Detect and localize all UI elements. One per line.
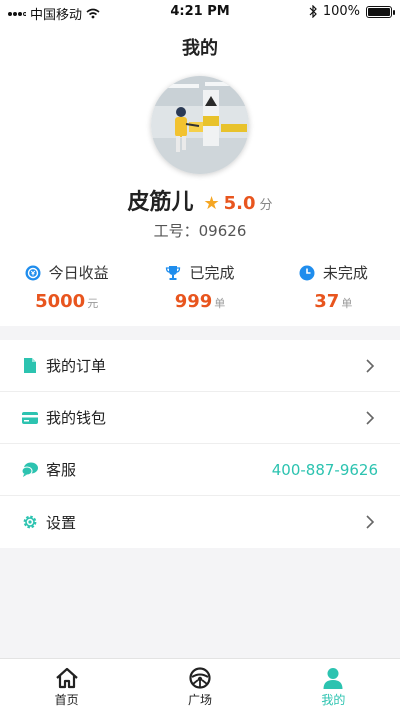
menu-item-customer-service[interactable]: 客服 400-887-9626 [0,444,400,496]
menu-item-label: 我的钱包 [46,409,107,427]
stat-unit: 元 [87,297,99,310]
stat-value: 999 [174,291,213,312]
document-icon [22,358,38,374]
stat-pending[interactable]: 未完成 37 单 [267,262,400,312]
menu-item-orders[interactable]: 我的订单 [0,340,400,392]
rating-unit: 分 [259,198,273,213]
menu-item-label: 客服 [46,461,77,479]
gear-icon [22,514,38,530]
worker-id: 工号：09626 [153,222,247,240]
card-icon [22,410,38,426]
chevron-right-icon [366,515,375,529]
tab-label: 我的 [321,693,346,707]
stat-today-earnings[interactable]: 今日收益 5000 元 [0,262,133,312]
page-title: 我的 [182,38,218,59]
stat-label: 已完成 [189,264,235,282]
status-right: 100% [309,4,395,19]
stat-label: 未完成 [322,264,368,282]
rating: ★ 5.0 分 [203,193,272,214]
tab-label: 首页 [54,693,79,707]
stat-unit: 单 [341,297,353,310]
status-bar: 中国移动 4:21 PM 100% [0,0,400,24]
name-row: 皮筋儿 ★ 5.0 分 [0,184,400,216]
rating-value: 5.0 [223,193,256,214]
person-icon [323,668,343,689]
chat-icon [22,462,38,478]
menu-list: 我的订单 我的钱包 客服 400-887-9626 设置 [0,340,400,548]
avatar[interactable] [151,76,249,174]
stat-value: 37 [314,291,340,312]
avatar-photo [151,76,249,174]
coin-icon [25,265,41,280]
menu-item-label: 我的订单 [46,357,107,375]
stat-label: 今日收益 [48,264,109,282]
service-phone[interactable]: 400-887-9626 [272,461,378,479]
bluetooth-icon [309,5,317,18]
profile-section: 我的 皮筋儿 ★ 5.0 分 工号：09626 今日收益 5000 元 已完成 … [0,24,400,326]
stat-value: 5000 [35,291,86,312]
clock-icon [299,265,315,280]
tab-label: 广场 [187,693,212,707]
battery-icon [366,5,395,18]
star-icon: ★ [203,193,220,214]
stat-completed[interactable]: 已完成 999 单 [133,262,266,312]
user-name: 皮筋儿 [127,190,194,215]
menu-item-wallet[interactable]: 我的钱包 [0,392,400,444]
trophy-icon [166,265,181,280]
chevron-right-icon [366,358,375,373]
stats-row: 今日收益 5000 元 已完成 999 单 未完成 37 单 [0,262,400,312]
chevron-right-icon [366,410,375,425]
battery-percent: 100% [322,4,360,19]
tab-bar: 首页 广场 我的 [0,658,400,711]
wheel-icon [189,667,211,689]
tab-mine[interactable]: 我的 [267,659,400,711]
tab-home[interactable]: 首页 [0,659,133,711]
menu-item-label: 设置 [46,513,77,532]
home-icon [55,667,78,689]
menu-item-settings[interactable]: 设置 [0,496,400,548]
tab-square[interactable]: 广场 [133,659,266,711]
stat-unit: 单 [214,297,226,310]
